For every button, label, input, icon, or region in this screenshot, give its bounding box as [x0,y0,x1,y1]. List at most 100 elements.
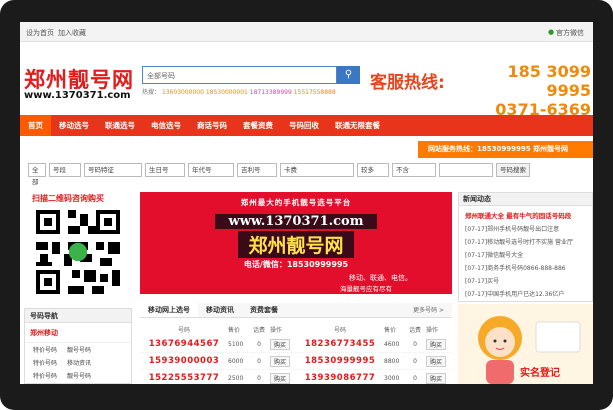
col-fee: 话费 [252,327,265,334]
filter-year[interactable]: 年代号 [188,163,234,177]
col-action: 操作 [426,327,439,334]
search-icon: ⚲ [344,69,353,80]
hotline-label: 客服热线: [370,73,445,93]
nav-link[interactable]: 特价号码 [33,371,57,380]
buy-button[interactable]: 购买 [270,355,291,367]
news-headline[interactable]: 郑州联通大全 最有牛气的固话号码段 [459,206,592,222]
filter-birthday[interactable]: 生日号 [145,163,185,177]
banner-url: www.1370371.com [214,214,378,229]
hot-number[interactable]: 13603000000 [162,89,204,96]
nav-link[interactable]: 靓号号码 [67,345,91,354]
nav-unlimited[interactable]: 联通无限套餐 [327,115,388,136]
number-table: 13676944567 5100 0 购买 18236773455 4600 0… [140,336,452,384]
tab-plans[interactable]: 资费套餐 [242,303,286,317]
price: 3000 [384,374,400,382]
col-action: 操作 [270,327,283,334]
wechat-icon[interactable]: ● [548,28,554,36]
number-nav: 号码导航 郑州移动 特价号码 靓号号码 特价号码 移动资讯 特价号码 靓号号码 [24,308,132,384]
tab-mobile-news[interactable]: 移动资讯 [198,303,242,317]
buy-button[interactable]: 购买 [426,372,447,384]
phone-number[interactable]: 18236773455 [296,339,384,349]
price: 8800 [384,357,400,365]
col-price: 售价 [384,327,397,334]
nav-link[interactable]: 靓号号码 [67,371,91,380]
number-search-button[interactable]: 号码搜索 [496,163,530,177]
phone-number[interactable]: 13939086777 [296,373,384,383]
filter-segment[interactable]: 号段 [49,163,81,177]
hot-search-label: 热搜： [142,89,161,96]
nav-link[interactable]: 移动资讯 [67,358,91,367]
nav-mobile[interactable]: 移动选号 [51,115,97,136]
add-favorite-link[interactable]: 加入收藏 [58,28,86,38]
filter-all[interactable]: 全部 [28,163,46,186]
banner-tagline: 郑州最大的手机靓号选号平台 [240,198,352,207]
hot-number[interactable]: 18530000001 [206,89,248,96]
hot-number[interactable]: 15517558888 [294,89,336,96]
table-row: 15939000003 6000 0 购买 18530999995 8800 0… [140,353,452,370]
nav-recycle[interactable]: 号码回收 [281,115,327,136]
buy-button[interactable]: 购买 [426,338,447,350]
nav-unicom[interactable]: 联通选号 [97,115,143,136]
phone-number[interactable]: 18530999995 [296,356,384,366]
filter-card-fee[interactable]: 卡费 [280,163,354,177]
fee: 0 [413,340,417,348]
promo-banner[interactable]: 郑州最大的手机靓号选号平台 www.1370371.com 郑州靓号网 电话/微… [140,192,452,294]
nav-home[interactable]: 首页 [20,115,51,136]
filter-more[interactable]: 较多 [357,163,389,177]
banner-name: 郑州靓号网 [238,231,354,258]
phone-number[interactable]: 15939000003 [140,356,228,366]
hot-number[interactable]: 18713389999 [250,89,292,96]
fee: 0 [257,374,261,382]
filter-feature[interactable]: 号码特征 [84,163,142,177]
number-nav-heading: 号码导航 [25,309,131,323]
phone-number[interactable]: 13676944567 [140,339,228,349]
table-row: 13676944567 5100 0 购买 18236773455 4600 0… [140,336,452,353]
nav-link[interactable]: 特价号码 [33,345,57,354]
nav-telecom[interactable]: 电信选号 [143,115,189,136]
service-notice: 网站服务热线：18530999995 郑州靓号网 [418,141,593,158]
number-tabs: 移动网上选号 移动资讯 资费套餐 更多号码 > [140,303,452,318]
hotline-phone-mobile: 185 3099 9995 [507,62,592,100]
filter-lucky[interactable]: 吉利号 [237,163,277,177]
top-bar: 设为首页 加入收藏 ● 官方微信 [20,22,593,42]
search-button[interactable]: ⚲ [337,66,360,84]
phone-number[interactable]: 15225553777 [140,373,228,383]
fee: 0 [413,374,417,382]
number-nav-subheading[interactable]: 郑州移动 [25,323,131,343]
news-item[interactable]: [07-17]微信靓号大全 [459,248,592,261]
search-input[interactable]: 全部号码 [142,66,337,84]
news-panel: 新闻动态 郑州联通大全 最有牛气的固话号码段 [07-17]郑州手机号码靓号出口… [458,192,593,302]
site-url: www.1370371.com [24,90,131,101]
filter-bar: 全部 号段 号码特征 生日号 年代号 吉利号 卡费 较多 不含 号码搜索 [28,163,530,186]
nav-business[interactable]: 商话号码 [189,115,235,136]
buy-button[interactable]: 购买 [426,355,447,367]
main-nav: 首页 移动选号 联通选号 电信选号 商话号码 套餐资费 号码回收 联通无限套餐 [20,115,593,136]
news-item[interactable]: [07-17]郑州手机号码靓号出口注意 [459,222,592,235]
more-numbers-link[interactable]: 更多号码 > [405,303,452,317]
price: 6000 [228,357,244,365]
official-wechat-link[interactable]: 官方微信 [556,28,584,38]
table-header: 号码 售价 话费 操作 号码 售价 话费 操作 [140,325,452,334]
price: 4600 [384,340,400,348]
news-heading: 新闻动态 [459,193,592,206]
laptop-frame: 设为首页 加入收藏 ● 官方微信 郑州靓号网 www.1370371.com 全… [0,0,613,410]
buy-button[interactable]: 购买 [270,338,291,350]
real-name-promo[interactable]: 实名登记 [458,304,593,384]
fee: 0 [257,340,261,348]
nav-plans[interactable]: 套餐资费 [235,115,281,136]
set-homepage-link[interactable]: 设为首页 [26,28,54,38]
news-item[interactable]: [07-17]移动靓号选号时打不实施 营业厅 [459,235,592,248]
nav-link[interactable]: 特价号码 [33,358,57,367]
price: 5100 [228,340,244,348]
filter-exclude[interactable]: 不含 [392,163,436,177]
news-item[interactable]: [07-17]中国手机用户已达12.36亿户 [459,287,592,300]
number-input[interactable] [439,163,493,177]
fee: 0 [413,357,417,365]
col-number: 号码 [333,327,346,334]
price: 2500 [228,374,244,382]
table-row: 15225553777 2500 0 购买 13939086777 3000 0… [140,370,452,384]
news-item[interactable]: [07-17]商务手机号码0866-888-886 [459,261,592,274]
buy-button[interactable]: 购买 [270,372,291,384]
tab-mobile-select[interactable]: 移动网上选号 [140,303,198,317]
news-item[interactable]: [07-17]买号 [459,274,592,287]
